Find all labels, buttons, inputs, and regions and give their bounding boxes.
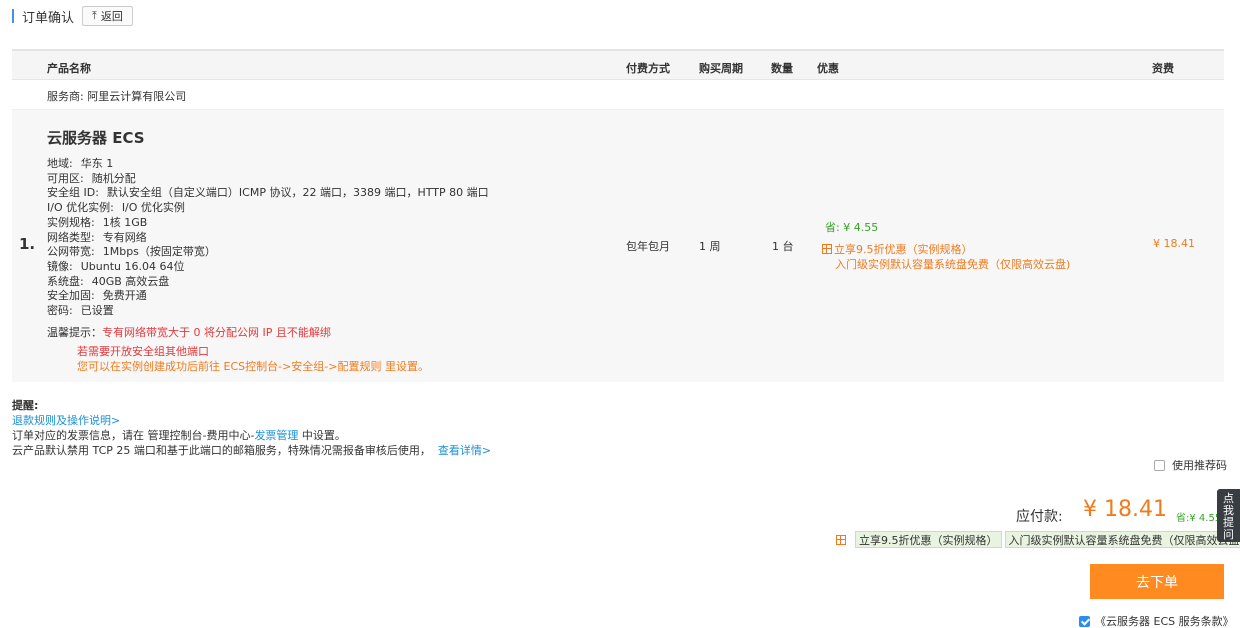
terms-agreement[interactable]: 《云服务器 ECS 服务条款》 — [1079, 613, 1234, 628]
spec-value: 华东 1 — [80, 157, 114, 170]
reminder-block: 提醒: 退款规则及操作说明> 订单对应的发票信息，请在 管理控制台-费用中心-发… — [12, 398, 491, 458]
spec-line: 公网带宽: 1Mbps（按固定带宽） — [47, 245, 489, 260]
spec-value: 免费开通 — [102, 289, 147, 303]
row-index: 1. — [19, 235, 36, 253]
spec-key: 地域: — [47, 157, 73, 170]
invoice-text-post: 中设置。 — [298, 429, 346, 442]
terms-link[interactable]: 《云服务器 ECS 服务条款》 — [1095, 613, 1234, 628]
spec-line: 系统盘: 40GB 高效云盘 — [47, 275, 489, 290]
back-button-label: 返回 — [100, 11, 123, 23]
order-table: 产品名称 付费方式 购买周期 数量 优惠 资费 服务商: 阿里云计算有限公司 1… — [12, 49, 1224, 382]
tip-port-line: 若需要开放安全组其他端口 — [77, 345, 209, 358]
page-title: 订单确认 — [22, 10, 75, 26]
spec-line: 地域: 华东 1 — [47, 157, 489, 172]
spec-line: 网络类型: 专有网络 — [47, 231, 489, 246]
table-header: 产品名称 付费方式 购买周期 数量 优惠 资费 — [12, 49, 1224, 80]
promo-disk: 入门级实例默认容量系统盘免费（仅限高效云盘) — [835, 258, 1071, 271]
title-accent-bar — [12, 9, 14, 23]
spec-value: 专有网络 — [102, 230, 147, 244]
spec-line: 安全加固: 免费开通 — [47, 289, 489, 304]
tip-line: 温馨提示：专有网络带宽大于 0 将分配公网 IP 且不能解绑 — [47, 325, 331, 340]
spec-line: 镜像: Ubuntu 16.04 64位 — [47, 260, 489, 275]
spec-key: 网络类型: — [47, 230, 95, 244]
vendor-name: 服务商: 阿里云计算有限公司 — [47, 90, 187, 103]
product-title: 云服务器 ECS — [47, 129, 145, 147]
spec-key: 实例规格: — [47, 215, 95, 229]
refund-rules-link[interactable]: 退款规则及操作说明> — [12, 414, 120, 427]
tip-secondary: 若需要开放安全组其他端口 您可以在实例创建成功后前往 ECS控制台->安全组->… — [77, 344, 429, 374]
spec-value: 随机分配 — [91, 171, 136, 185]
back-button[interactable]: ⤒ 返回 — [82, 6, 133, 26]
recommend-code-toggle[interactable]: 使用推荐码 — [1154, 457, 1227, 473]
product-specs: 地域: 华东 1 可用区: 随机分配 安全组 ID: 默认安全组（自定义端口）ICMP 协… — [47, 157, 489, 319]
spec-line: 密码: 已设置 — [47, 304, 489, 319]
fee-value: ¥ 18.41 — [1153, 237, 1195, 250]
spec-key: 镜像: — [47, 259, 73, 273]
tip-label: 温馨提示： — [47, 326, 102, 339]
spec-value: 默认安全组（自定义端口）ICMP 协议，22 端口，3389 端口，HTTP 8… — [106, 186, 489, 200]
col-qty: 数量 — [771, 62, 793, 75]
promo-tag-disk: 入门级实例默认容量系统盘免费（仅限高效云盘) — [1004, 531, 1240, 548]
tcp-notice: 云产品默认禁用 TCP 25 端口和基于此端口的邮箱服务，特殊情况需报备审核后使… — [12, 444, 431, 457]
vendor-row: 服务商: 阿里云计算有限公司 — [12, 80, 1224, 110]
place-order-button[interactable]: 去下单 — [1090, 564, 1224, 599]
spec-key: 可用区: — [47, 171, 84, 185]
payable-amount: ¥ 18.41 — [1083, 497, 1167, 522]
qty-value: 1 台 — [772, 240, 794, 253]
promo-tag-instance: 立享9.5折优惠（实例规格） — [855, 531, 1002, 548]
col-product: 产品名称 — [47, 62, 91, 75]
spec-line: 安全组 ID: 默认安全组（自定义端口）ICMP 协议，22 端口，3389 端口… — [47, 186, 489, 201]
spec-value: 1核 1GB — [102, 215, 148, 229]
spec-value: 1Mbps（按固定带宽） — [102, 245, 216, 259]
discount-promos: 立享9.5折优惠（实例规格） 入门级实例默认容量系统盘免费（仅限高效云盘) — [822, 242, 1070, 272]
reminder-label: 提醒: — [12, 399, 39, 412]
col-discount: 优惠 — [817, 62, 839, 75]
spec-key: 安全组 ID: — [47, 186, 99, 200]
pay-type-value: 包年包月 — [626, 240, 670, 253]
spec-value: I/O 优化实例 — [121, 201, 185, 215]
recommend-code-label: 使用推荐码 — [1172, 459, 1227, 472]
promo-tags: 立享9.5折优惠（实例规格） 入门级实例默认容量系统盘免费（仅限高效云盘) — [836, 531, 1240, 548]
arrow-up-icon: ⤒ — [92, 9, 97, 22]
spec-value: Ubuntu 16.04 64位 — [80, 259, 185, 273]
spec-key: 安全加固: — [47, 289, 95, 303]
period-value: 1 周 — [699, 240, 721, 253]
spec-line: I/O 优化实例: I/O 优化实例 — [47, 201, 489, 216]
view-details-link[interactable]: 查看详情> — [438, 444, 491, 457]
spec-line: 可用区: 随机分配 — [47, 172, 489, 187]
recommend-code-checkbox[interactable] — [1154, 459, 1165, 471]
product-row: 1. 云服务器 ECS 地域: 华东 1 可用区: 随机分配 安全组 ID: 默认安全组（… — [12, 110, 1224, 382]
spec-value: 已设置 — [80, 304, 114, 318]
payable-label: 应付款: — [1016, 509, 1063, 525]
payable-save: 省:¥ 4.55 — [1176, 513, 1222, 524]
gift-icon — [836, 534, 846, 545]
spec-key: 密码: — [47, 304, 73, 318]
terms-checkbox[interactable] — [1079, 615, 1090, 627]
spec-key: 公网带宽: — [47, 245, 95, 259]
ask-question-tab[interactable]: 点我提问 — [1217, 489, 1240, 542]
invoice-management-link[interactable]: 发票管理 — [254, 429, 298, 442]
col-period: 购买周期 — [699, 62, 743, 75]
tip-warning: 专有网络带宽大于 0 将分配公网 IP 且不能解绑 — [102, 326, 331, 339]
promo-instance: 立享9.5折优惠（实例规格） — [834, 243, 973, 256]
invoice-text-pre: 订单对应的发票信息，请在 管理控制台-费用中心- — [12, 429, 255, 442]
spec-line: 实例规格: 1核 1GB — [47, 216, 489, 231]
spec-key: 系统盘: — [47, 274, 84, 288]
spec-key: I/O 优化实例: — [47, 201, 114, 215]
tip-console-line: 您可以在实例创建成功后前往 ECS控制台->安全组->配置规则 里设置。 — [77, 360, 429, 373]
gift-icon — [822, 244, 832, 254]
spec-value: 40GB 高效云盘 — [91, 274, 170, 288]
page-header: 订单确认 ⤒ 返回 — [12, 4, 133, 28]
side-tab-char: 问 — [1223, 528, 1234, 541]
col-fee: 资费 — [1152, 62, 1174, 75]
discount-save: 省: ¥ 4.55 — [825, 221, 879, 234]
col-pay-type: 付费方式 — [626, 62, 670, 75]
